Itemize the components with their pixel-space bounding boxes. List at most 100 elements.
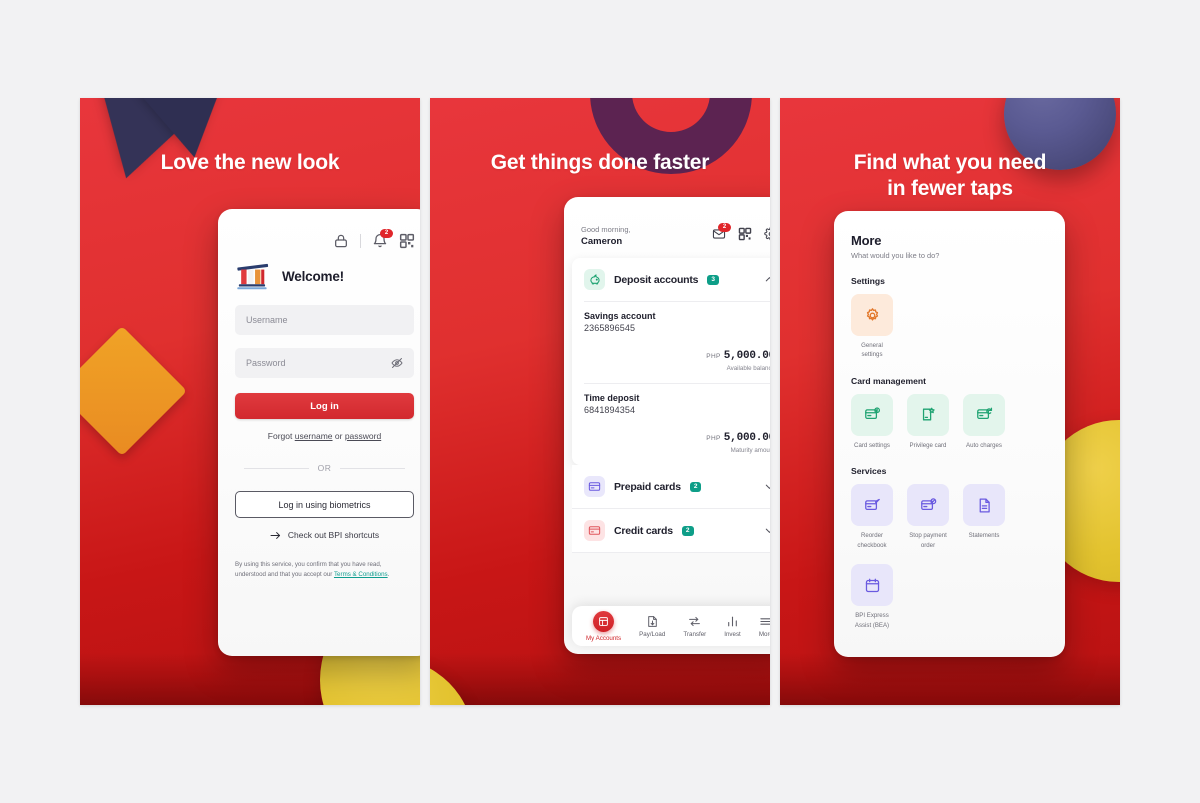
navy-triangle-decoration — [80, 98, 200, 193]
account-name: Time deposit — [584, 393, 640, 404]
section-title-settings: Settings — [851, 276, 885, 286]
tab-invest[interactable]: Invest — [724, 615, 741, 638]
bottom-tab-bar: My Accounts Pay/Load Transfer Invest Mor — [572, 606, 770, 646]
tile-statements[interactable]: Statements — [963, 484, 1005, 550]
forgot-password-link[interactable]: password — [345, 431, 381, 441]
greeting-block: Good morning, Cameron — [581, 224, 631, 247]
accounts-screen-card: Good morning, Cameron 2 Deposit accounts… — [564, 197, 770, 654]
lock-icon[interactable] — [333, 233, 349, 249]
tile-label: Auto charges — [966, 441, 1002, 449]
forgot-middle: or — [332, 431, 345, 441]
tab-transfer[interactable]: Transfer — [683, 615, 706, 638]
piggy-bank-icon — [584, 269, 605, 291]
arrow-right-icon — [270, 531, 281, 540]
tab-my-accounts[interactable]: My Accounts — [586, 610, 621, 642]
qr-code-icon[interactable] — [738, 227, 752, 241]
biometrics-login-button[interactable]: Log in using biometrics — [235, 491, 414, 518]
account-number: 6841894354 — [584, 405, 636, 416]
tab-more[interactable]: More — [759, 615, 770, 638]
panel-2-floor-reflection — [430, 653, 770, 705]
group-count-badge: 2 — [681, 525, 694, 536]
tile-label: Reorder checkbook — [857, 532, 887, 549]
tile-general-settings[interactable]: General settings — [851, 294, 893, 360]
login-button[interactable]: Log in — [235, 393, 414, 419]
accounts-header: Good morning, Cameron 2 — [564, 197, 770, 247]
more-icon — [759, 615, 770, 628]
tab-label: Pay/Load — [639, 630, 666, 638]
chevron-down-icon[interactable] — [764, 525, 770, 536]
group-count-badge: 2 — [689, 481, 702, 492]
promo-panel-1: Love the new look 2 Welcome! Username Pa… — [80, 98, 420, 705]
orange-diamond-decoration — [80, 325, 188, 457]
gear-icon[interactable] — [764, 227, 770, 241]
forgot-prefix: Forgot — [267, 431, 295, 441]
dashboard-icon — [598, 616, 609, 627]
account-row[interactable]: Time deposit 6841894354 PHP 5,000.00 Matu… — [572, 384, 770, 465]
panel-3-headline-line-1: Find what you need — [853, 151, 1047, 174]
amount-value: 5,000.00 — [723, 432, 770, 445]
tab-label: More — [758, 630, 770, 638]
tile-bpi-express-assist[interactable]: BPI Express Assist (BEA) — [851, 564, 893, 630]
auto-charges-icon — [963, 393, 1005, 436]
page-title: More — [851, 233, 882, 248]
panel-1-floor-reflection — [80, 653, 420, 705]
eye-off-icon[interactable] — [391, 357, 403, 369]
mail-icon[interactable]: 2 — [712, 223, 731, 241]
credit-card-icon — [584, 520, 605, 542]
mail-badge: 2 — [718, 223, 731, 232]
chevron-up-icon[interactable] — [764, 274, 770, 285]
login-screen-card: 2 Welcome! Username Password Log in Forg… — [218, 209, 420, 656]
password-input[interactable]: Password — [235, 348, 414, 378]
prepaid-cards-group[interactable]: Prepaid cards 2 — [572, 465, 770, 510]
prepaid-card-icon — [584, 476, 605, 498]
user-name: Cameron — [581, 236, 623, 248]
panel-3-headline: Find what you need in fewer taps — [780, 150, 1120, 203]
forgot-username-link[interactable]: username — [295, 431, 333, 441]
credit-cards-group[interactable]: Credit cards 2 — [572, 509, 770, 554]
account-row[interactable]: Savings account 2365896545 PHP 5,000.00 A… — [572, 302, 770, 383]
pay-load-icon — [646, 615, 659, 628]
tab-pay-load[interactable]: Pay/Load — [639, 615, 665, 638]
username-input[interactable]: Username — [235, 305, 414, 335]
group-title: Credit cards — [614, 524, 673, 537]
services-tile-grid: Reorder checkbook Stop payment order Sta… — [851, 484, 1048, 550]
tile-privilege-card[interactable]: Privilege card — [907, 393, 949, 450]
tab-active-circle — [593, 610, 615, 632]
notification-bell-icon[interactable]: 2 — [372, 229, 393, 249]
account-number: 2365896545 — [584, 323, 636, 334]
invest-icon — [726, 615, 739, 628]
chevron-down-icon[interactable] — [764, 481, 770, 492]
terms-conditions-link[interactable]: Terms & Conditions — [334, 571, 388, 578]
welcome-row: Welcome! — [218, 249, 420, 292]
account-name: Savings account — [584, 311, 656, 322]
statements-icon — [963, 484, 1005, 527]
panel-3-headline-line-2: in fewer taps — [887, 177, 1013, 201]
panel-3-floor-reflection — [780, 653, 1120, 705]
bpi-shortcuts-label: Check out BPI shortcuts — [287, 530, 380, 540]
legal-end: . — [387, 571, 390, 579]
tile-stop-payment[interactable]: Stop payment order — [907, 484, 949, 550]
deposit-accounts-header[interactable]: Deposit accounts 3 — [572, 258, 770, 301]
tile-label: Statements — [968, 532, 1000, 540]
forgot-credentials-row: Forgot username or password — [218, 431, 420, 441]
notification-badge: 2 — [380, 229, 393, 238]
tile-card-settings[interactable]: Card settings — [851, 393, 893, 450]
panel-2-headline: Get things done faster — [490, 151, 710, 174]
tile-reorder-checkbook[interactable]: Reorder checkbook — [851, 484, 893, 550]
tile-label: Card settings — [854, 441, 890, 449]
bea-tile-grid: BPI Express Assist (BEA) — [851, 564, 1048, 630]
username-placeholder: Username — [246, 315, 288, 325]
bpi-shortcuts-link[interactable]: Check out BPI shortcuts — [218, 530, 420, 540]
group-title: Deposit accounts — [614, 273, 699, 286]
section-title-card-management: Card management — [851, 375, 926, 386]
header-action-icons: 2 — [712, 223, 770, 241]
currency-code: PHP — [706, 435, 721, 443]
calendar-icon — [851, 564, 893, 607]
account-amount-block: PHP5,000.00 Available balance — [584, 345, 770, 372]
section-title-services: Services — [851, 466, 887, 477]
screenshot-stage: Love the new look 2 Welcome! Username Pa… — [0, 0, 1200, 803]
tile-auto-charges[interactable]: Auto charges — [963, 393, 1005, 450]
qr-code-icon[interactable] — [399, 233, 415, 249]
stop-payment-icon — [907, 484, 949, 527]
password-placeholder: Password — [246, 358, 286, 368]
